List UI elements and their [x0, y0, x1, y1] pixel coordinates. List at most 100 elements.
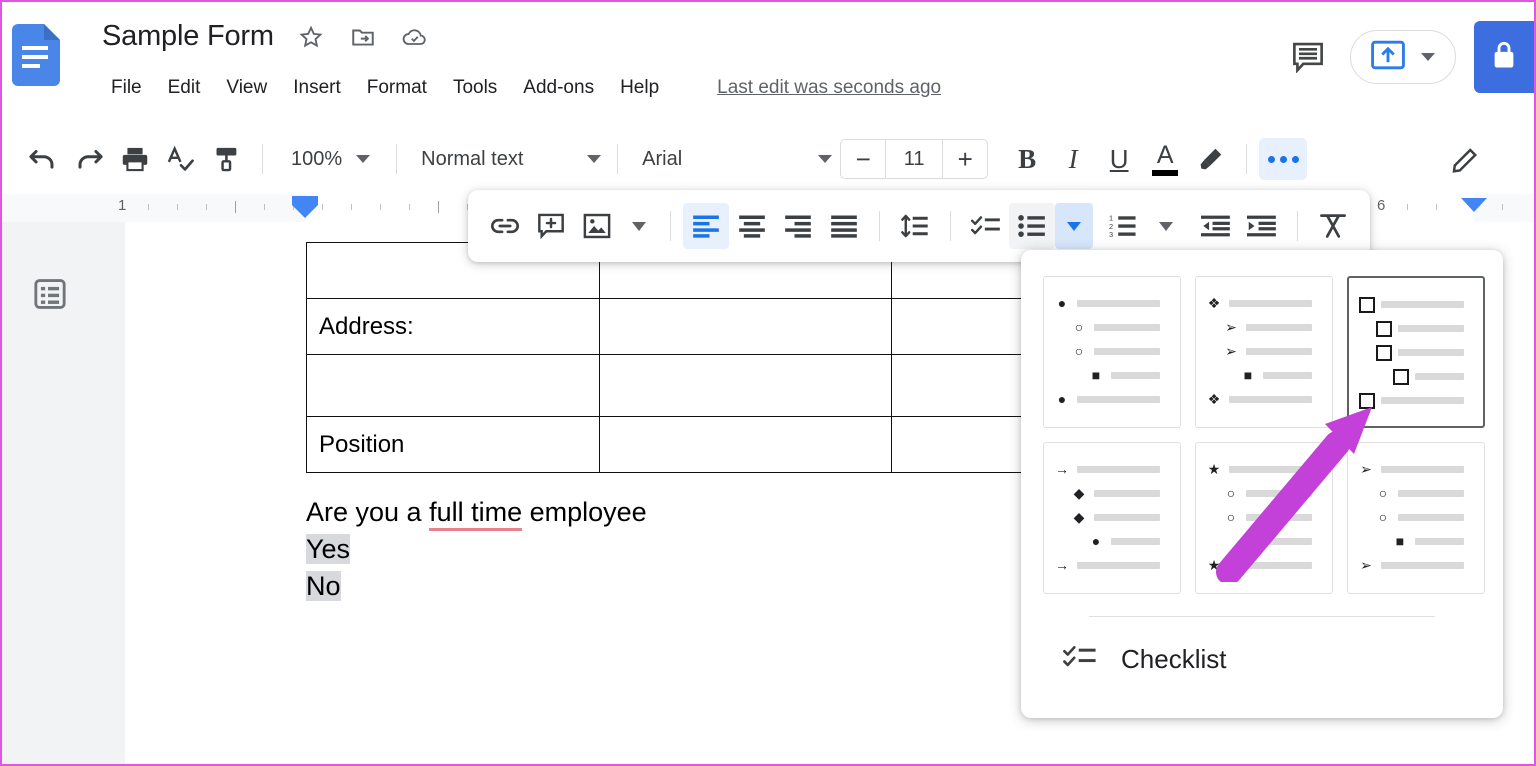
last-edit-link[interactable]: Last edit was seconds ago	[717, 77, 941, 99]
bullet-preset-arrow-diamond-disc[interactable]: → ◆ ◆ ● →	[1043, 442, 1181, 594]
bullet-glyph: →	[1055, 461, 1069, 477]
shadowed-square-bullet-icon	[1359, 296, 1375, 313]
chevron-down-icon	[1421, 53, 1435, 61]
insert-image-icon[interactable]	[574, 203, 620, 249]
option-line-no[interactable]: No	[306, 568, 647, 605]
menu-item-edit[interactable]: Edit	[155, 74, 214, 102]
insert-image-dropdown[interactable]	[620, 203, 658, 249]
clear-formatting-icon[interactable]	[1310, 203, 1356, 249]
menu-item-view[interactable]: View	[213, 74, 280, 102]
page-title[interactable]: Sample Form	[102, 20, 274, 53]
bullet-glyph: ➢	[1225, 343, 1237, 359]
align-justify-icon[interactable]	[821, 203, 867, 249]
align-right-icon[interactable]	[775, 203, 821, 249]
zoom-value: 100%	[291, 147, 343, 170]
numbered-list-dropdown[interactable]	[1147, 203, 1185, 249]
comment-history-icon[interactable]	[1280, 29, 1336, 85]
print-icon[interactable]	[112, 136, 158, 182]
shadowed-square-bullet-icon	[1359, 392, 1375, 409]
table-cell[interactable]	[306, 354, 600, 417]
bullet-preset-diamond-arrowhead-square[interactable]: ❖ ➢ ➢ ■ ❖	[1195, 276, 1333, 428]
menu-item-addons[interactable]: Add-ons	[510, 74, 607, 102]
bulleted-list-dropdown[interactable]	[1055, 203, 1093, 249]
bullet-glyph: ★	[1207, 557, 1221, 573]
bulleted-list-icon[interactable]	[1009, 203, 1055, 249]
first-line-indent-marker[interactable]	[292, 205, 318, 218]
edit-mode-icon[interactable]	[1443, 136, 1489, 182]
insert-link-icon[interactable]	[482, 203, 528, 249]
table-cell-address[interactable]: Address:	[306, 298, 600, 355]
table-cell[interactable]	[598, 354, 893, 417]
highlight-pen-icon[interactable]	[1188, 136, 1234, 182]
decrease-indent-icon[interactable]	[1193, 203, 1239, 249]
more-options-icon[interactable]	[1259, 138, 1308, 180]
right-indent-marker[interactable]	[1461, 198, 1487, 212]
question-line[interactable]: Are you a full time employee	[306, 494, 647, 531]
ruler-number-right: 6	[1377, 197, 1386, 214]
italic-button[interactable]: I	[1050, 136, 1096, 182]
bullet-preset-arrowhead-circle-square[interactable]: ➢ ○ ○ ■ ➢	[1347, 442, 1485, 594]
paragraph-style-dropdown[interactable]: Normal text	[409, 137, 605, 181]
undo-icon[interactable]	[20, 136, 66, 182]
menu-item-file[interactable]: File	[98, 74, 155, 102]
star-icon[interactable]	[296, 22, 326, 52]
align-center-icon[interactable]	[729, 203, 775, 249]
toolbar-divider	[670, 211, 671, 241]
bullet-preset-shadowed-square[interactable]	[1347, 276, 1485, 428]
bullet-glyph: ➢	[1360, 461, 1372, 477]
document-outline-icon[interactable]	[33, 277, 67, 311]
numbered-list-icon[interactable]: 123	[1101, 203, 1147, 249]
font-family-dropdown[interactable]: Arial	[630, 137, 836, 181]
checklist-menu-item[interactable]: Checklist	[1043, 627, 1481, 691]
add-comment-icon[interactable]	[528, 203, 574, 249]
bullet-preset-star-circle-square[interactable]: ★ ○ ○ ■ ★	[1195, 442, 1333, 594]
menu-item-insert[interactable]: Insert	[280, 74, 354, 102]
redo-icon[interactable]	[66, 136, 112, 182]
bold-button[interactable]: B	[1004, 136, 1050, 182]
present-upload-icon	[1371, 40, 1405, 75]
paragraph-style-value: Normal text	[421, 147, 524, 170]
cloud-saved-icon[interactable]	[400, 22, 430, 52]
bullet-glyph: ➢	[1225, 319, 1237, 335]
toolbar-divider	[950, 211, 951, 241]
font-size-input[interactable]: 11	[885, 140, 944, 178]
checklist-label: Checklist	[1121, 643, 1227, 674]
text-color-button[interactable]: A	[1142, 136, 1188, 182]
bullet-glyph: ■	[1395, 533, 1405, 549]
document-paragraph[interactable]: Are you a full time employee Yes No	[306, 494, 647, 605]
font-size-increase-button[interactable]: +	[943, 140, 987, 178]
bullet-preset-disc-circle-square[interactable]: ● ○ ○ ■ ●	[1043, 276, 1181, 428]
option-no[interactable]: No	[306, 570, 341, 601]
table-cell[interactable]	[598, 298, 893, 355]
bullet-glyph: ●	[1057, 295, 1067, 311]
align-left-icon[interactable]	[683, 203, 729, 249]
spellcheck-icon[interactable]	[158, 136, 204, 182]
underline-button[interactable]: U	[1096, 136, 1142, 182]
bullet-glyph: →	[1055, 557, 1069, 573]
paint-format-icon[interactable]	[204, 136, 250, 182]
misspelled-word[interactable]: full time	[429, 497, 523, 531]
menu-item-tools[interactable]: Tools	[440, 74, 510, 102]
present-button[interactable]	[1350, 30, 1456, 84]
menu-item-help[interactable]: Help	[607, 74, 672, 102]
chevron-down-icon	[1159, 221, 1173, 231]
left-indent-marker[interactable]	[292, 196, 318, 205]
increase-indent-icon[interactable]	[1239, 203, 1285, 249]
zoom-dropdown[interactable]: 100%	[275, 137, 374, 181]
bullet-glyph: ○	[1074, 343, 1084, 359]
checklist-icon[interactable]	[963, 203, 1009, 249]
table-cell[interactable]	[598, 416, 893, 473]
table-cell-position[interactable]: Position	[306, 416, 600, 473]
menu-item-format[interactable]: Format	[354, 74, 440, 102]
text-color-swatch	[1152, 169, 1179, 176]
option-yes[interactable]: Yes	[306, 533, 351, 564]
option-line-yes[interactable]: Yes	[306, 531, 647, 568]
toolbar-divider	[879, 211, 880, 241]
font-size-decrease-button[interactable]: −	[841, 140, 885, 178]
docs-file-icon[interactable]	[12, 24, 60, 86]
line-spacing-icon[interactable]	[892, 203, 938, 249]
toolbar-divider	[1297, 211, 1298, 241]
lock-button[interactable]	[1474, 21, 1534, 93]
main-toolbar: 100% Normal text Arial − 11 + B I U A	[2, 124, 1534, 194]
move-to-folder-icon[interactable]	[348, 22, 378, 52]
